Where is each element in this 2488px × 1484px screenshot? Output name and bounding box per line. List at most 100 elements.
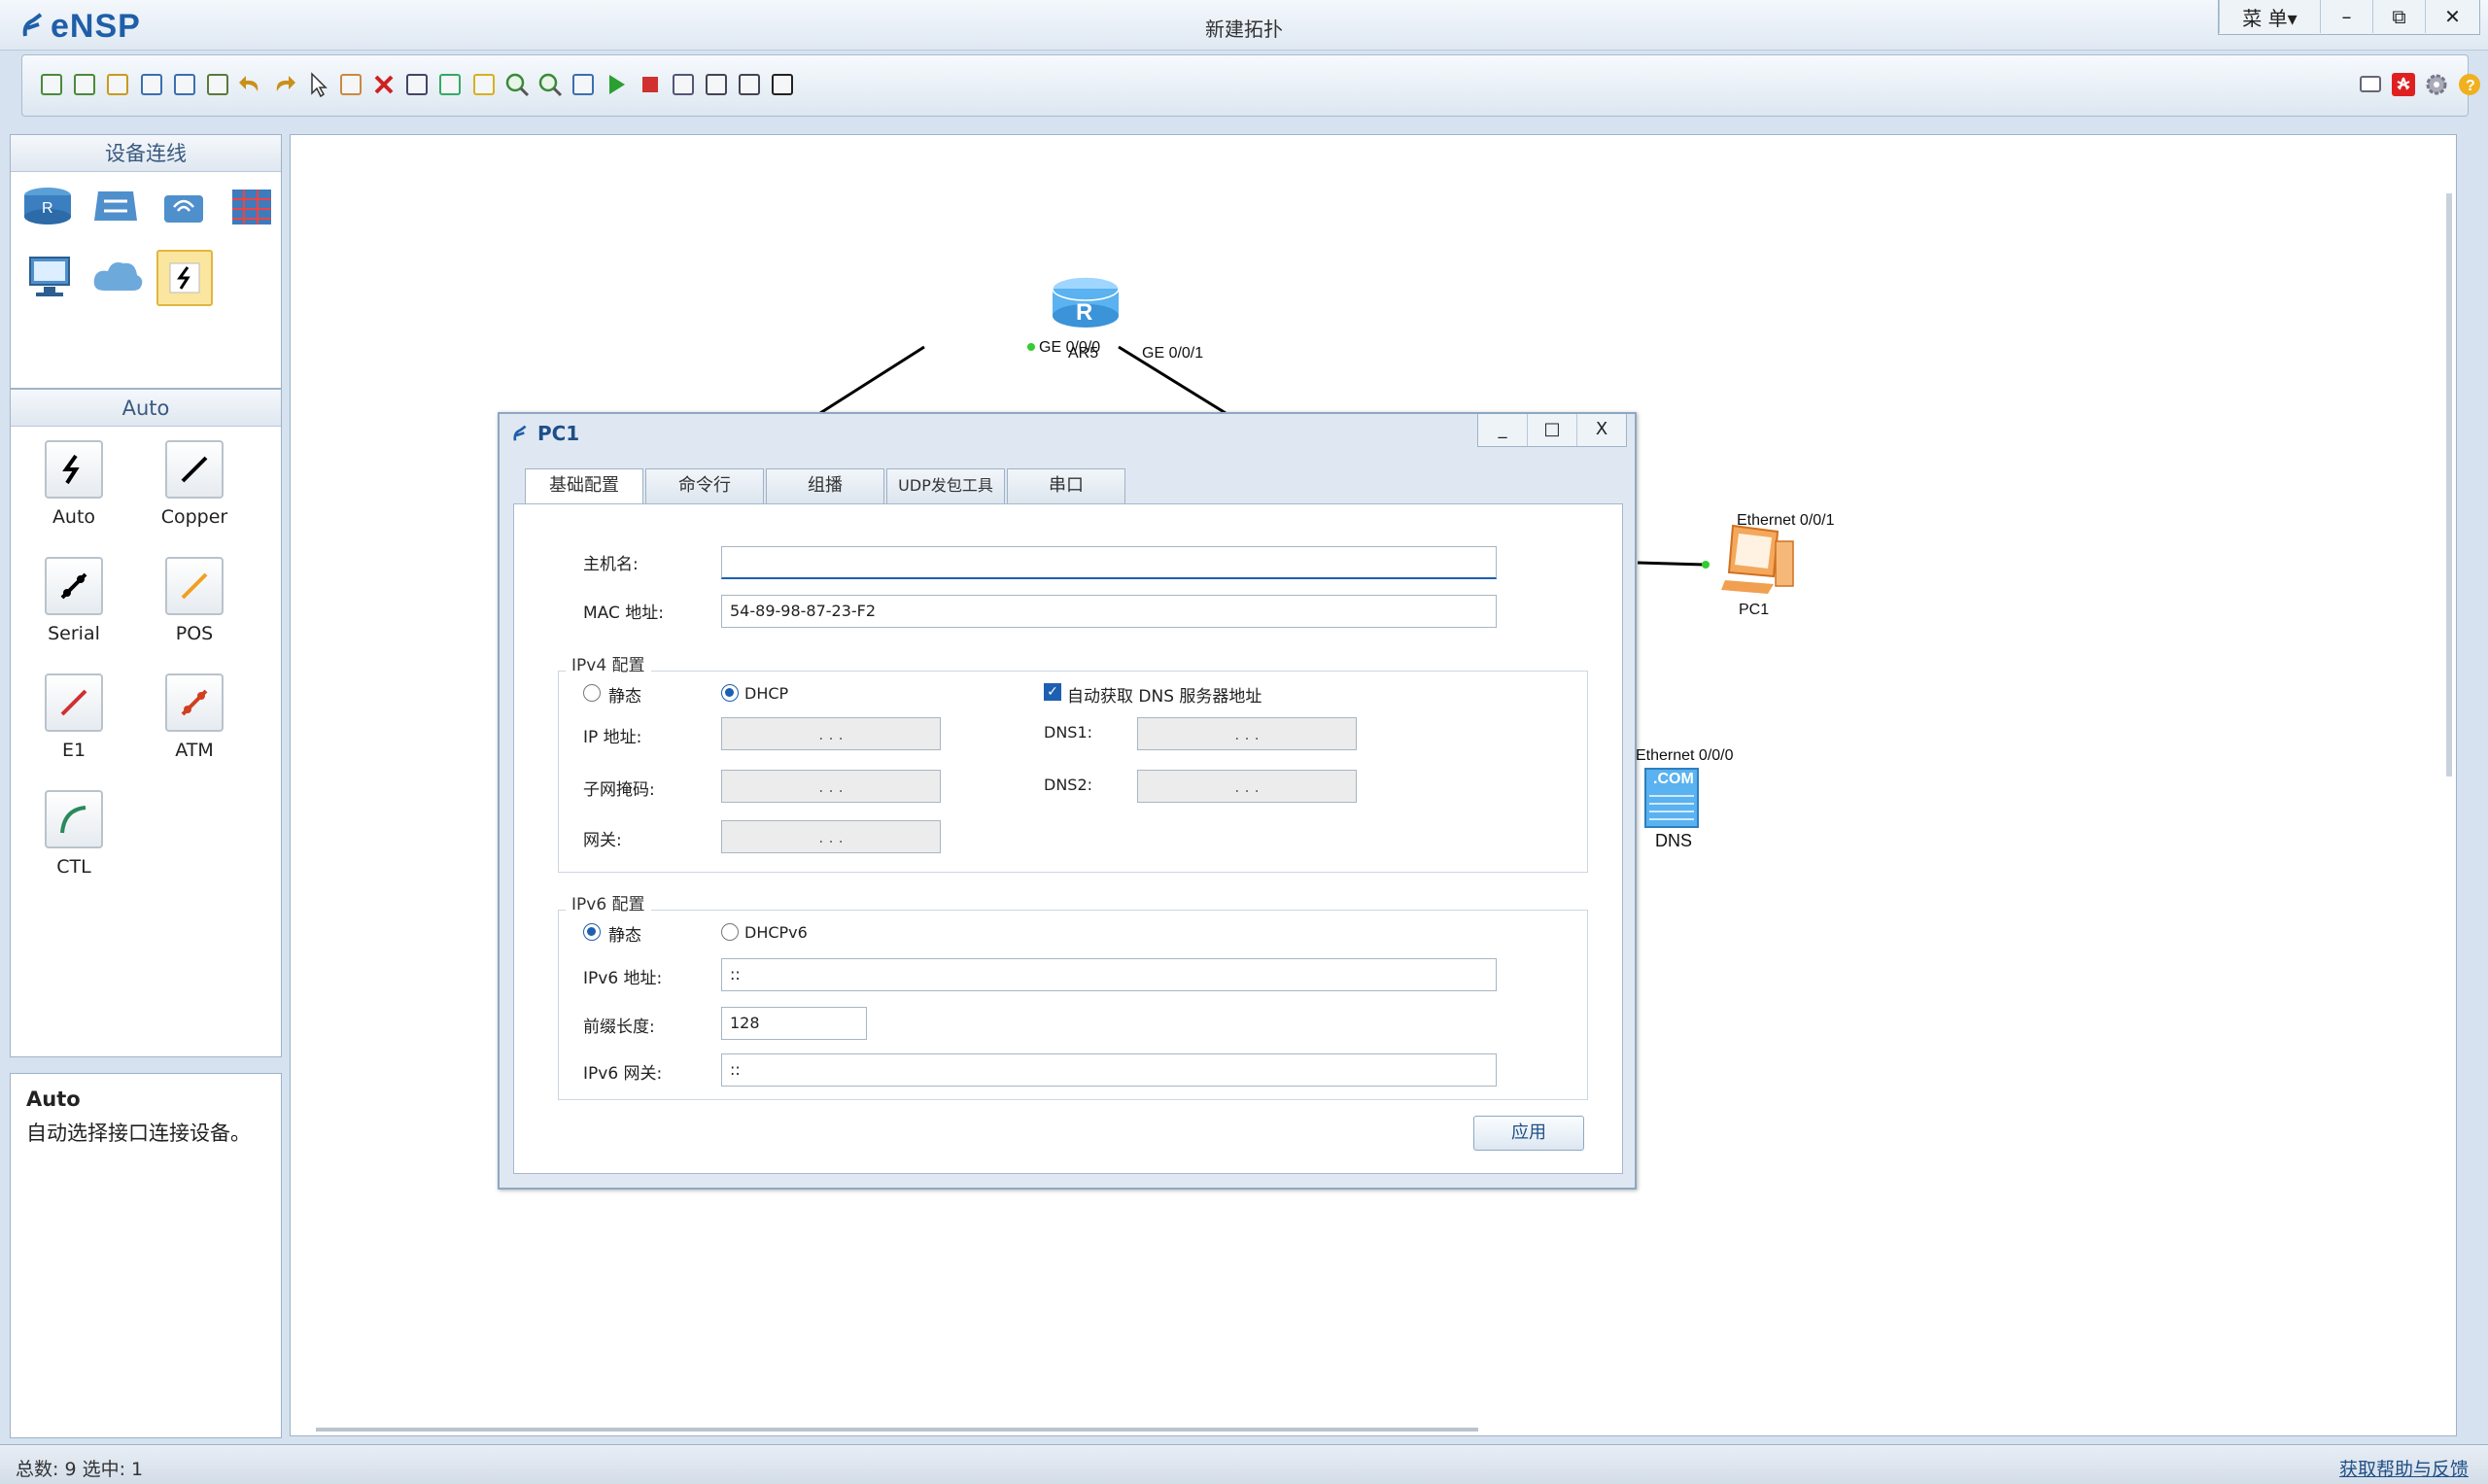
- cloud-category-icon[interactable]: [90, 252, 145, 305]
- link-label: E1: [61, 740, 86, 761]
- ipv6-static-label: 静态: [608, 926, 641, 946]
- subnet-mask-label: 子网掩码:: [583, 780, 655, 800]
- info-text: 自动选择接口连接设备。: [26, 1122, 251, 1145]
- link-label: Copper: [160, 506, 228, 528]
- pc-category-icon[interactable]: [22, 252, 77, 305]
- auto-dns-label: 自动获取 DNS 服务器地址: [1067, 687, 1262, 707]
- close-button[interactable]: ✕: [2425, 0, 2479, 33]
- status-bar: 总数: 9 选中: 1 获取帮助与反馈: [0, 1444, 2488, 1484]
- hostname-label: 主机名:: [583, 555, 639, 574]
- help-icon[interactable]: ?: [2450, 65, 2488, 104]
- router-ar5[interactable]: R: [1049, 271, 1123, 340]
- tab-multicast[interactable]: 组播: [766, 468, 884, 503]
- main-menu-button[interactable]: 菜 单▾: [2219, 0, 2320, 33]
- svg-text:R: R: [1076, 299, 1092, 326]
- app-logo: eNSP: [21, 8, 141, 46]
- tab-serial[interactable]: 串口: [1007, 468, 1125, 503]
- title-bar: eNSP 新建拓扑 菜 单▾ – ⧉ ✕: [0, 0, 2488, 51]
- toolbar: ?: [21, 54, 2480, 117]
- device-panel-header: 设备连线: [11, 135, 281, 172]
- gateway-label: 网关:: [583, 831, 622, 850]
- router-category-icon[interactable]: R: [20, 182, 75, 235]
- dns1-label: DNS1:: [1044, 723, 1093, 742]
- mac-address-field[interactable]: 54-89-98-87-23-F2: [721, 595, 1497, 628]
- ipv6-address-field[interactable]: ::: [721, 958, 1497, 991]
- pc1-port: Ethernet 0/0/1: [1737, 512, 1835, 529]
- ipv4-dhcp-radio[interactable]: [721, 684, 739, 702]
- router-port-right: GE 0/0/1: [1142, 345, 1204, 362]
- svg-text:R: R: [42, 200, 53, 217]
- document-title: 新建拓扑: [1205, 17, 1283, 41]
- link-panel-header: Auto: [11, 390, 281, 427]
- link-panel: Auto Auto Copper Serial POS E1 ATM CTL: [10, 389, 282, 1057]
- dialog-maximize-button[interactable]: □: [1528, 414, 1577, 446]
- ipv6-dhcpv6-label: DHCPv6: [744, 923, 808, 942]
- router-port-left: GE 0/0/0: [1039, 339, 1101, 356]
- dialog-logo-icon: [513, 425, 527, 441]
- device-panel: 设备连线 R: [10, 134, 282, 389]
- serial-link-icon: [45, 557, 103, 615]
- subnet-mask-field[interactable]: . . .: [721, 770, 941, 803]
- ipv4-static-label: 静态: [608, 687, 641, 707]
- link-label: Serial: [48, 623, 100, 644]
- status-count: 总数: 9 选中: 1: [16, 1459, 144, 1480]
- copper-link-icon: [165, 440, 224, 499]
- pc1-config-dialog: PC1 _ □ X 基础配置 命令行 组播 UDP发包工具 串口 主机名: MA…: [498, 412, 1637, 1190]
- info-panel: Auto 自动选择接口连接设备。: [10, 1073, 282, 1438]
- svg-text:?: ?: [2466, 78, 2475, 94]
- ipv6-gateway-field[interactable]: ::: [721, 1053, 1497, 1087]
- restore-button[interactable]: ⧉: [2372, 0, 2425, 33]
- link-auto[interactable]: Auto: [30, 440, 118, 528]
- ipv4-group-title: IPv4 配置: [566, 651, 651, 675]
- link-category-icon[interactable]: [156, 250, 213, 306]
- firewall-category-icon[interactable]: [225, 182, 279, 235]
- switch-category-icon[interactable]: [88, 182, 143, 235]
- link-ctl[interactable]: CTL: [30, 790, 118, 878]
- tab-command-line[interactable]: 命令行: [645, 468, 764, 503]
- mac-label: MAC 地址:: [583, 604, 664, 623]
- dns1-field[interactable]: . . .: [1137, 717, 1357, 750]
- tab-udp-tool[interactable]: UDP发包工具: [886, 468, 1005, 503]
- link-serial[interactable]: Serial: [30, 557, 118, 644]
- e1-link-icon: [45, 673, 103, 732]
- minimize-button[interactable]: –: [2320, 0, 2372, 33]
- auto-dns-checkbox[interactable]: ✓: [1044, 683, 1061, 701]
- link-atm[interactable]: ATM: [151, 673, 238, 761]
- ipv6-group-title: IPv6 配置: [566, 890, 651, 915]
- link-label: POS: [175, 623, 214, 644]
- pc1-node[interactable]: [1719, 522, 1801, 604]
- ipv4-dhcp-label: DHCP: [744, 684, 789, 703]
- dns2-field[interactable]: . . .: [1137, 770, 1357, 803]
- dns-badge: .COM: [1653, 771, 1694, 787]
- dns2-label: DNS2:: [1044, 776, 1093, 794]
- dialog-minimize-button[interactable]: _: [1478, 414, 1528, 446]
- ipv6-static-radio[interactable]: [583, 923, 601, 941]
- prefix-length-label: 前缀长度:: [583, 1018, 655, 1037]
- pos-link-icon: [165, 557, 224, 615]
- link-e1[interactable]: E1: [30, 673, 118, 761]
- ip-address-field[interactable]: . . .: [721, 717, 941, 750]
- gateway-field[interactable]: . . .: [721, 820, 941, 853]
- atm-link-icon: [165, 673, 224, 732]
- ipv6-address-label: IPv6 地址:: [583, 969, 663, 988]
- dialog-close-button[interactable]: X: [1577, 414, 1626, 446]
- tab-basic-config[interactable]: 基础配置: [525, 468, 643, 503]
- dialog-title: PC1: [511, 422, 579, 445]
- link-label: Auto: [52, 506, 96, 528]
- dns-label: DNS: [1655, 831, 1693, 850]
- prefix-length-field[interactable]: 128: [721, 1007, 867, 1040]
- ipv6-dhcpv6-radio[interactable]: [721, 923, 739, 941]
- help-feedback-link[interactable]: 获取帮助与反馈: [2339, 1455, 2469, 1481]
- ipv4-static-radio[interactable]: [583, 684, 601, 702]
- wireless-category-icon[interactable]: [156, 182, 211, 235]
- link-pos[interactable]: POS: [151, 557, 238, 644]
- console-icon[interactable]: [763, 65, 802, 104]
- ipv6-gateway-label: IPv6 网关:: [583, 1064, 663, 1084]
- link-label: CTL: [56, 856, 91, 878]
- auto-link-icon: [45, 440, 103, 499]
- link-copper[interactable]: Copper: [151, 440, 238, 528]
- apply-button[interactable]: 应用: [1473, 1116, 1584, 1151]
- ensp-logo-icon: [22, 13, 43, 37]
- hostname-input[interactable]: [721, 546, 1497, 579]
- dialog-controls: _ □ X: [1477, 414, 1627, 447]
